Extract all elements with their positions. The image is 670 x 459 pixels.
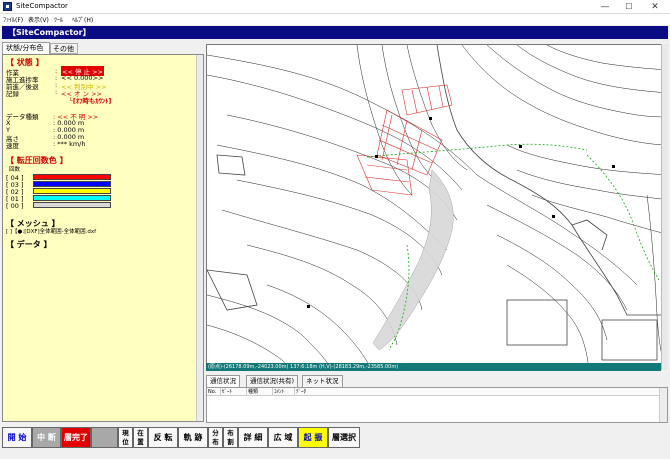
close-button[interactable]: ✕ [644,0,666,14]
tab-other[interactable]: その他 [50,43,78,54]
col-no: No. [207,388,221,396]
col-type: 種類 [247,388,273,396]
record-sep: : [55,88,58,96]
menu-view[interactable]: 表示(V) [28,15,49,24]
menu-file[interactable]: ﾌｧｲﾙ(F) [3,15,23,24]
status-panel: 【 状態 】 作業 : << 停 止 >> 施工進捗率 : << 0.000>>… [2,54,204,422]
layer-select-button[interactable]: 層選択 [328,427,360,448]
tab-status-distribution[interactable]: 状態/分布色 [2,42,50,54]
app-icon [3,2,12,11]
menu-help[interactable]: ﾍﾙﾌﾟ(H) [72,15,93,24]
vibration-button[interactable]: 起 振 [298,427,328,448]
title-bar: SiteCompactor — ☐ ✕ [0,0,670,14]
minimize-button[interactable]: — [594,0,616,14]
start-button[interactable]: 開 始 [2,427,32,448]
comm-table: No. ｾﾞｰﾄ 種類 ｺﾒﾝﾄ ﾃﾞｰﾀ [206,387,668,423]
track-button[interactable]: 軌 跡 [178,427,208,448]
app-header: 【SiteCompactor】 [2,26,668,39]
map-scrollbar[interactable] [661,44,668,370]
detail-button[interactable]: 詳 細 [238,427,268,448]
data-type-label: データ種類 [6,113,39,121]
mesh-item[interactable]: [ ]【●:[DXF]全体範囲-全体範囲.dxf [6,227,96,235]
current-pos-button-b[interactable]: 在 置 [133,427,148,448]
current-pos-button-a[interactable]: 現 位 [118,427,133,448]
menu-bar: ﾌｧｲﾙ(F) 表示(V) ﾂｰﾙ ﾍﾙﾌﾟ(H) [0,14,670,25]
window-title: SiteCompactor [16,2,68,10]
roller-row-label: [ 00 ] [6,202,24,210]
record-note: └[ｵﾌ時もｶｳﾝﾄ] [69,97,112,105]
site-map-drawing [207,45,667,369]
record-label: 記録 [6,90,19,98]
col-gate: ｾﾞｰﾄ [221,388,247,396]
comm-table-header: No. ｾﾞｰﾄ 種類 ｺﾒﾝﾄ ﾃﾞｰﾀ [207,388,667,396]
col-comment: ｺﾒﾝﾄ [273,388,295,396]
menu-tools[interactable]: ﾂｰﾙ [54,15,63,24]
pause-button[interactable]: 中 断 [32,427,61,448]
roller-count-label: 回数 [9,167,21,173]
speed-label: 速度 [6,142,19,150]
roller-color-swatch [33,195,111,201]
roller-color-swatch [33,174,111,180]
roller-color-swatch [33,202,111,208]
map-status-strip: (原点)-(26178.09m,-24023.00m) 137:6:18m (H… [206,363,661,371]
layer-complete-button[interactable]: 層完了 [61,427,91,448]
speed-value: : *** km/h [53,140,86,148]
blank-button[interactable] [91,427,118,448]
left-panel-scrollbar[interactable] [196,55,203,421]
map-view[interactable] [206,44,668,370]
distribution-button-b[interactable]: 布 割 [223,427,238,448]
data-heading: 【 データ 】 [6,240,52,249]
comm-table-scrollbar[interactable] [659,388,667,422]
distribution-button-a[interactable]: 分 布 [208,427,223,448]
roller-color-swatch [33,188,111,194]
wide-area-button[interactable]: 広 域 [268,427,298,448]
maximize-button[interactable]: ☐ [618,0,640,14]
col-data: ﾃﾞｰﾀ [296,389,307,395]
roller-color-swatch [33,181,111,187]
reverse-button[interactable]: 反 転 [148,427,178,448]
